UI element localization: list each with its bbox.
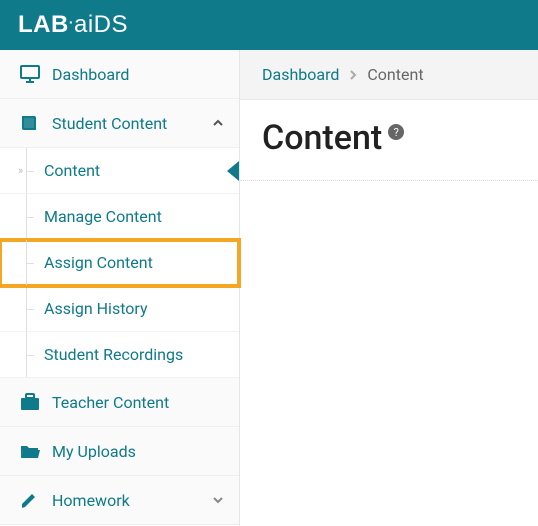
sidebar-item-label: Student Recordings (44, 345, 183, 364)
sidebar-item-content[interactable]: » Content (0, 148, 239, 194)
help-icon[interactable]: ? (388, 124, 404, 140)
breadcrumb-current: Content (367, 65, 423, 84)
chevron-down-icon (211, 493, 225, 507)
sidebar-item-assign-history[interactable]: Assign History (0, 286, 239, 332)
logo-dot: · (69, 14, 74, 30)
sidebar-item-label: Assign History (44, 299, 148, 318)
student-content-submenu: » Content Manage Content Assign Content … (0, 148, 239, 378)
breadcrumb: Dashboard Content (240, 50, 538, 100)
sidebar-item-label: Manage Content (44, 207, 162, 226)
app-header: LAB·aiDS (0, 0, 538, 50)
sidebar-item-assign-content[interactable]: Assign Content (0, 240, 239, 286)
sidebar-item-manage-content[interactable]: Manage Content (0, 194, 239, 240)
chevron-double-right-icon: » (18, 164, 23, 177)
sidebar-item-label: Assign Content (44, 253, 153, 272)
monitor-icon (20, 65, 44, 83)
sidebar-item-homework[interactable]: Homework (0, 476, 239, 525)
folder-open-icon (20, 443, 44, 459)
sidebar-item-my-uploads[interactable]: My Uploads (0, 427, 239, 476)
sidebar-item-label: Content (44, 161, 100, 180)
active-indicator-icon (227, 161, 239, 181)
page-title: Content (262, 118, 382, 158)
main-content: Dashboard Content Content ? (240, 50, 538, 526)
pencil-icon (20, 491, 44, 509)
sidebar-item-student-recordings[interactable]: Student Recordings (0, 332, 239, 378)
chevron-up-icon (211, 116, 225, 130)
breadcrumb-root[interactable]: Dashboard (262, 65, 339, 84)
sidebar: Dashboard Student Content » Content Mana… (0, 50, 240, 526)
sidebar-item-label: My Uploads (52, 442, 225, 461)
sidebar-item-dashboard[interactable]: Dashboard (0, 50, 239, 99)
logo-part2: aiDS (74, 11, 128, 38)
sidebar-item-label: Student Content (52, 114, 211, 133)
briefcase-icon (20, 393, 44, 411)
sidebar-item-label: Homework (52, 491, 211, 510)
logo-part1: LAB (18, 11, 69, 38)
sidebar-item-student-content[interactable]: Student Content (0, 99, 239, 148)
sidebar-item-label: Teacher Content (52, 393, 225, 412)
brand-logo: LAB·aiDS (18, 11, 128, 39)
sidebar-item-teacher-content[interactable]: Teacher Content (0, 378, 239, 427)
book-icon (20, 114, 44, 132)
sidebar-item-label: Dashboard (52, 65, 225, 84)
chevron-right-icon (349, 69, 357, 81)
